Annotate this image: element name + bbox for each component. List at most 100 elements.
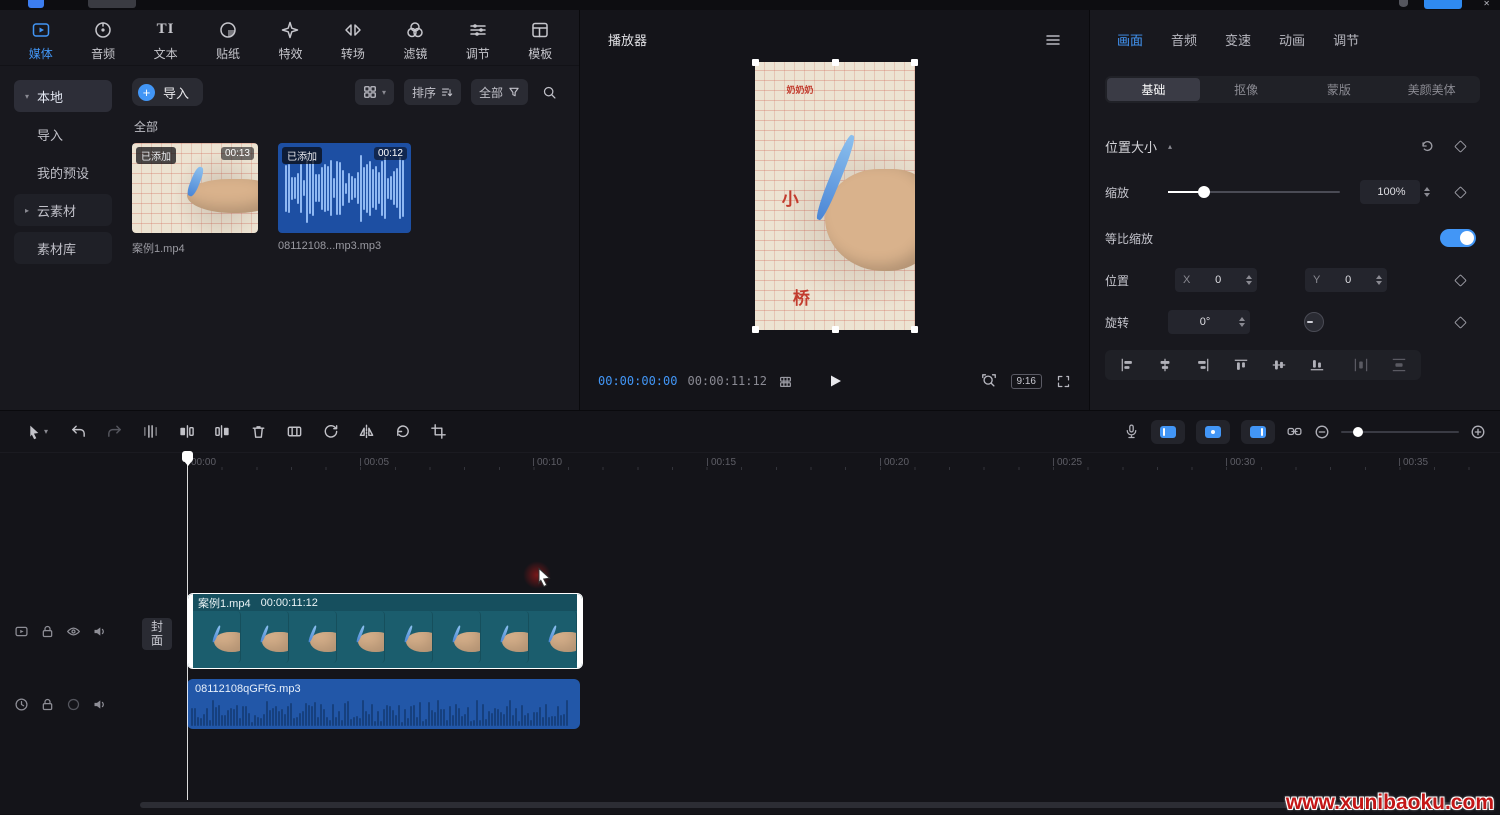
sidebar-item-presets[interactable]: 我的预设 xyxy=(14,156,112,188)
tab-audio-props[interactable]: 音频 xyxy=(1171,30,1197,49)
x-stepper[interactable] xyxy=(1246,275,1252,285)
keyframe-diamond-icon[interactable] xyxy=(1454,274,1467,287)
zoom-out-button[interactable] xyxy=(1314,424,1330,440)
uniform-scale-toggle[interactable] xyxy=(1440,229,1476,247)
audio-thumbnail[interactable]: 已添加 00:12 xyxy=(278,143,411,233)
align-center-h-button[interactable] xyxy=(1157,357,1173,373)
view-mode-button[interactable]: ▾ xyxy=(355,79,394,105)
position-x-input[interactable]: X 0 xyxy=(1175,268,1257,292)
tab-picture[interactable]: 画面 xyxy=(1117,30,1143,49)
reset-button[interactable] xyxy=(1420,139,1434,153)
tab-media[interactable]: 媒体 xyxy=(10,16,71,65)
delete-left-button[interactable] xyxy=(168,419,204,445)
tab-filter[interactable]: 滤镜 xyxy=(385,16,446,65)
close-icon[interactable]: ✕ xyxy=(1483,0,1490,9)
keyframe-diamond-icon[interactable] xyxy=(1454,316,1467,329)
tab-effects[interactable]: 特效 xyxy=(260,16,321,65)
align-bottom-button[interactable] xyxy=(1309,357,1325,373)
resize-handle[interactable] xyxy=(832,326,839,333)
resize-handle[interactable] xyxy=(752,59,759,66)
tab-template[interactable]: 模板 xyxy=(510,16,571,65)
track-link-button[interactable] xyxy=(1286,423,1303,440)
keyframe-diamond-icon[interactable] xyxy=(1454,186,1467,199)
tab-audio[interactable]: 音频 xyxy=(72,16,133,65)
slider-handle[interactable] xyxy=(1353,427,1363,437)
timeline-zoom-slider[interactable] xyxy=(1341,431,1459,433)
align-left-button[interactable] xyxy=(1119,357,1135,373)
tab-animation[interactable]: 动画 xyxy=(1279,30,1305,49)
audio-clip[interactable]: 08112108qGFfG.mp3 xyxy=(187,679,580,729)
resize-handle[interactable] xyxy=(911,59,918,66)
video-preview[interactable]: 奶奶奶 小 桥 xyxy=(755,62,915,330)
align-top-button[interactable] xyxy=(1233,357,1249,373)
sidebar-item-cloud[interactable]: ▸ 云素材 xyxy=(14,194,112,226)
snap-toggle[interactable] xyxy=(1151,420,1185,444)
subtab-keying[interactable]: 抠像 xyxy=(1200,78,1293,101)
timeline-ruler[interactable]: 00:00 00:05 00:10 00:15 00:20 00:25 00:3… xyxy=(140,453,1500,475)
scale-stepper[interactable] xyxy=(1424,187,1430,197)
subtab-basic[interactable]: 基础 xyxy=(1107,78,1200,101)
keyframe-diamond-icon[interactable] xyxy=(1454,140,1467,153)
sidebar-item-import[interactable]: 导入 xyxy=(14,118,112,150)
media-item-video[interactable]: 已添加 00:13 案例1.mp4 xyxy=(132,143,258,256)
fullscreen-button[interactable] xyxy=(1056,374,1071,389)
eye-icon[interactable] xyxy=(66,624,81,639)
rotation-input[interactable]: 0° xyxy=(1168,310,1250,334)
main-track-icon[interactable] xyxy=(14,624,29,639)
resize-handle[interactable] xyxy=(752,326,759,333)
subtab-beauty[interactable]: 美颜美体 xyxy=(1385,78,1478,101)
resize-handle[interactable] xyxy=(911,326,918,333)
export-button[interactable] xyxy=(1424,0,1462,9)
crop-button[interactable] xyxy=(420,419,456,445)
tab-transition[interactable]: 转场 xyxy=(322,16,383,65)
collapse-caret-icon[interactable]: ▴ xyxy=(1168,142,1172,151)
align-right-button[interactable] xyxy=(1195,357,1211,373)
scale-slider[interactable] xyxy=(1168,191,1340,193)
video-thumbnail[interactable]: 已添加 00:13 xyxy=(132,143,258,233)
rotation-knob[interactable] xyxy=(1304,312,1324,332)
clip-trim-handle-right[interactable] xyxy=(577,594,582,668)
sort-button[interactable]: 排序 xyxy=(404,79,461,105)
play-button[interactable] xyxy=(823,369,847,393)
sidebar-item-library[interactable]: 素材库 xyxy=(14,232,112,264)
split-button[interactable] xyxy=(132,419,168,445)
align-middle-v-button[interactable] xyxy=(1271,357,1287,373)
horizontal-scrollbar[interactable] xyxy=(140,802,1460,808)
avatar[interactable] xyxy=(1399,0,1408,7)
tab-speed[interactable]: 变速 xyxy=(1225,30,1251,49)
video-clip[interactable]: 案例1.mp4 00:00:11:12 xyxy=(187,593,583,669)
aspect-ratio-button[interactable]: 9:16 xyxy=(1011,374,1042,389)
rotation-stepper[interactable] xyxy=(1239,317,1245,327)
eye-icon[interactable] xyxy=(66,697,81,712)
resize-handle[interactable] xyxy=(832,59,839,66)
delete-right-button[interactable] xyxy=(204,419,240,445)
filter-all-button[interactable]: 全部 xyxy=(471,79,528,105)
rotate-button[interactable] xyxy=(384,419,420,445)
voiceover-button[interactable] xyxy=(1123,423,1140,440)
link-toggle[interactable] xyxy=(1241,420,1275,444)
freeze-frame-button[interactable] xyxy=(276,419,312,445)
preview-axis-toggle[interactable] xyxy=(1196,420,1230,444)
position-y-input[interactable]: Y 0 xyxy=(1305,268,1387,292)
mute-icon[interactable] xyxy=(92,624,107,639)
clock-icon[interactable] xyxy=(14,697,29,712)
frame-preview-icon[interactable] xyxy=(779,375,792,388)
media-item-audio[interactable]: 已添加 00:12 08112108...mp3.mp3 xyxy=(278,143,411,256)
cover-button[interactable]: 封面 xyxy=(142,618,172,650)
clip-trim-handle-left[interactable] xyxy=(188,594,193,668)
preview-quality-button[interactable] xyxy=(981,373,997,389)
tab-text[interactable]: TI 文本 xyxy=(135,16,196,65)
tab-sticker[interactable]: 贴纸 xyxy=(197,16,258,65)
tab-adjust-props[interactable]: 调节 xyxy=(1333,30,1359,49)
distribute-h-button[interactable] xyxy=(1353,357,1369,373)
tab-adjust[interactable]: 调节 xyxy=(447,16,508,65)
delete-button[interactable] xyxy=(240,419,276,445)
mute-icon[interactable] xyxy=(92,697,107,712)
sidebar-item-local[interactable]: ▾ 本地 xyxy=(14,80,112,112)
mirror-button[interactable] xyxy=(348,419,384,445)
import-button[interactable]: + 导入 xyxy=(132,78,203,106)
subtab-mask[interactable]: 蒙版 xyxy=(1293,78,1386,101)
distribute-v-button[interactable] xyxy=(1391,357,1407,373)
zoom-in-button[interactable] xyxy=(1470,424,1486,440)
reverse-button[interactable] xyxy=(312,419,348,445)
